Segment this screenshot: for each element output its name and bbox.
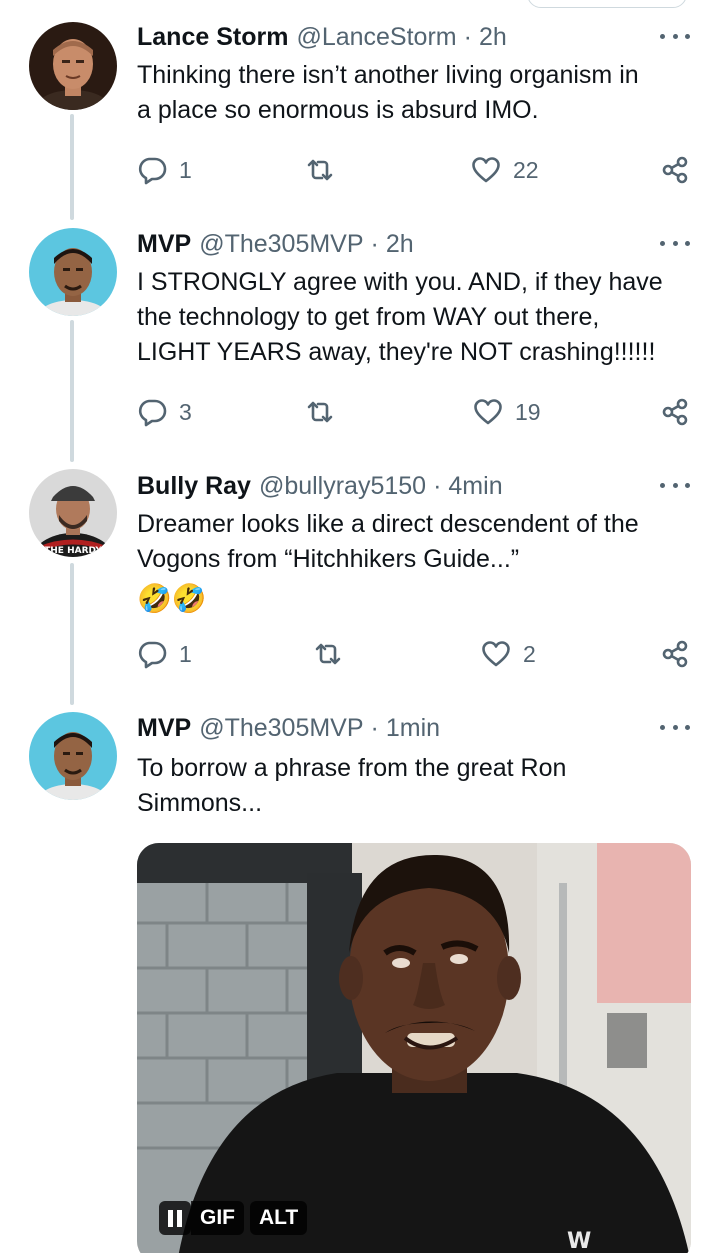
separator-dot: · (463, 22, 472, 51)
more-dots-icon[interactable] (660, 231, 690, 255)
heart-icon (481, 639, 511, 669)
author-handle[interactable]: @The305MVP (199, 714, 363, 743)
repost-button[interactable] (305, 153, 335, 187)
like-button[interactable]: 22 (471, 153, 539, 187)
heart-icon (473, 397, 503, 427)
author-handle[interactable]: @LanceStorm (296, 23, 456, 52)
tweet-text: Thinking there isn’t another living orga… (137, 61, 639, 124)
repost-arrows-icon (305, 397, 335, 427)
more-dots-icon[interactable] (660, 715, 690, 739)
timestamp[interactable]: 4min (448, 472, 502, 501)
avatar[interactable] (29, 22, 117, 110)
separator-dot: · (370, 713, 379, 742)
tweet[interactable]: MVP @The305MVP · 1min To borrow a phrase… (0, 711, 720, 841)
repost-arrows-icon (313, 639, 343, 669)
speech-bubble-icon (137, 155, 167, 185)
media-badges: GIF ALT (159, 1201, 308, 1235)
share-button[interactable] (660, 153, 690, 187)
gif-frame: W (137, 843, 691, 1253)
more-dots-icon[interactable] (660, 473, 690, 497)
author-name[interactable]: MVP (137, 230, 191, 259)
author-handle[interactable]: @bullyray5150 (259, 472, 426, 501)
svg-text:W: W (567, 1229, 591, 1253)
share-nodes-icon (660, 639, 690, 669)
pause-button[interactable] (159, 1201, 191, 1235)
tweet-actions: 1 22 (137, 153, 692, 187)
tweet-actions: 3 19 (137, 395, 692, 429)
tweet[interactable]: THE HARDY Bully Ray @bullyray5150 · 4min… (0, 469, 720, 689)
tweet-text: I STRONGLY agree with you. AND, if they … (137, 268, 663, 366)
reply-button[interactable]: 3 (137, 395, 192, 429)
timestamp[interactable]: 2h (386, 230, 414, 259)
like-button[interactable]: 19 (473, 395, 541, 429)
reply-button[interactable]: 1 (137, 637, 192, 671)
reply-count: 3 (179, 398, 192, 425)
author-name[interactable]: Bully Ray (137, 472, 251, 501)
like-button[interactable]: 2 (481, 637, 536, 671)
heart-icon (471, 155, 501, 185)
speech-bubble-icon (137, 639, 167, 669)
tweet-text: To borrow a phrase from the great Ron Si… (137, 754, 567, 817)
share-nodes-icon (660, 155, 690, 185)
share-nodes-icon (660, 397, 690, 427)
like-count: 19 (515, 398, 541, 425)
separator-dot: · (370, 229, 379, 258)
reply-count: 1 (179, 640, 192, 667)
speech-bubble-icon (137, 397, 167, 427)
rofl-emoji: 🤣🤣 (137, 583, 207, 614)
tweet[interactable]: Lance Storm @LanceStorm · 2h Thinking th… (0, 20, 720, 200)
author-name[interactable]: MVP (137, 714, 191, 743)
repost-button[interactable] (313, 637, 343, 671)
alt-text-button[interactable]: ALT (250, 1201, 308, 1235)
gif-badge: GIF (191, 1201, 244, 1235)
share-button[interactable] (660, 637, 690, 671)
repost-button[interactable] (305, 395, 335, 429)
emoji-row: 🤣🤣 (137, 582, 207, 616)
more-dots-icon[interactable] (660, 24, 690, 48)
like-count: 22 (513, 156, 539, 183)
timestamp[interactable]: 2h (479, 23, 507, 52)
gif-media[interactable]: W GIF ALT (137, 843, 691, 1253)
tweet[interactable]: MVP @The305MVP · 2h I STRONGLY agree wit… (0, 227, 720, 437)
avatar[interactable]: THE HARDY (29, 469, 117, 557)
like-count: 2 (523, 640, 536, 667)
repost-arrows-icon (305, 155, 335, 185)
author-name[interactable]: Lance Storm (137, 23, 288, 52)
author-handle[interactable]: @The305MVP (199, 230, 363, 259)
pause-icon (168, 1209, 182, 1227)
follow-pill-edge[interactable] (527, 0, 687, 8)
reply-count: 1 (179, 156, 192, 183)
share-button[interactable] (660, 395, 690, 429)
tweet-text: Dreamer looks like a direct descendent o… (137, 510, 639, 573)
avatar[interactable] (29, 228, 117, 316)
tweet-actions: 1 2 (137, 637, 692, 671)
avatar[interactable] (29, 712, 117, 800)
separator-dot: · (433, 471, 442, 500)
svg-text:THE HARDY: THE HARDY (44, 546, 102, 556)
reply-button[interactable]: 1 (137, 153, 192, 187)
timestamp[interactable]: 1min (386, 714, 440, 743)
